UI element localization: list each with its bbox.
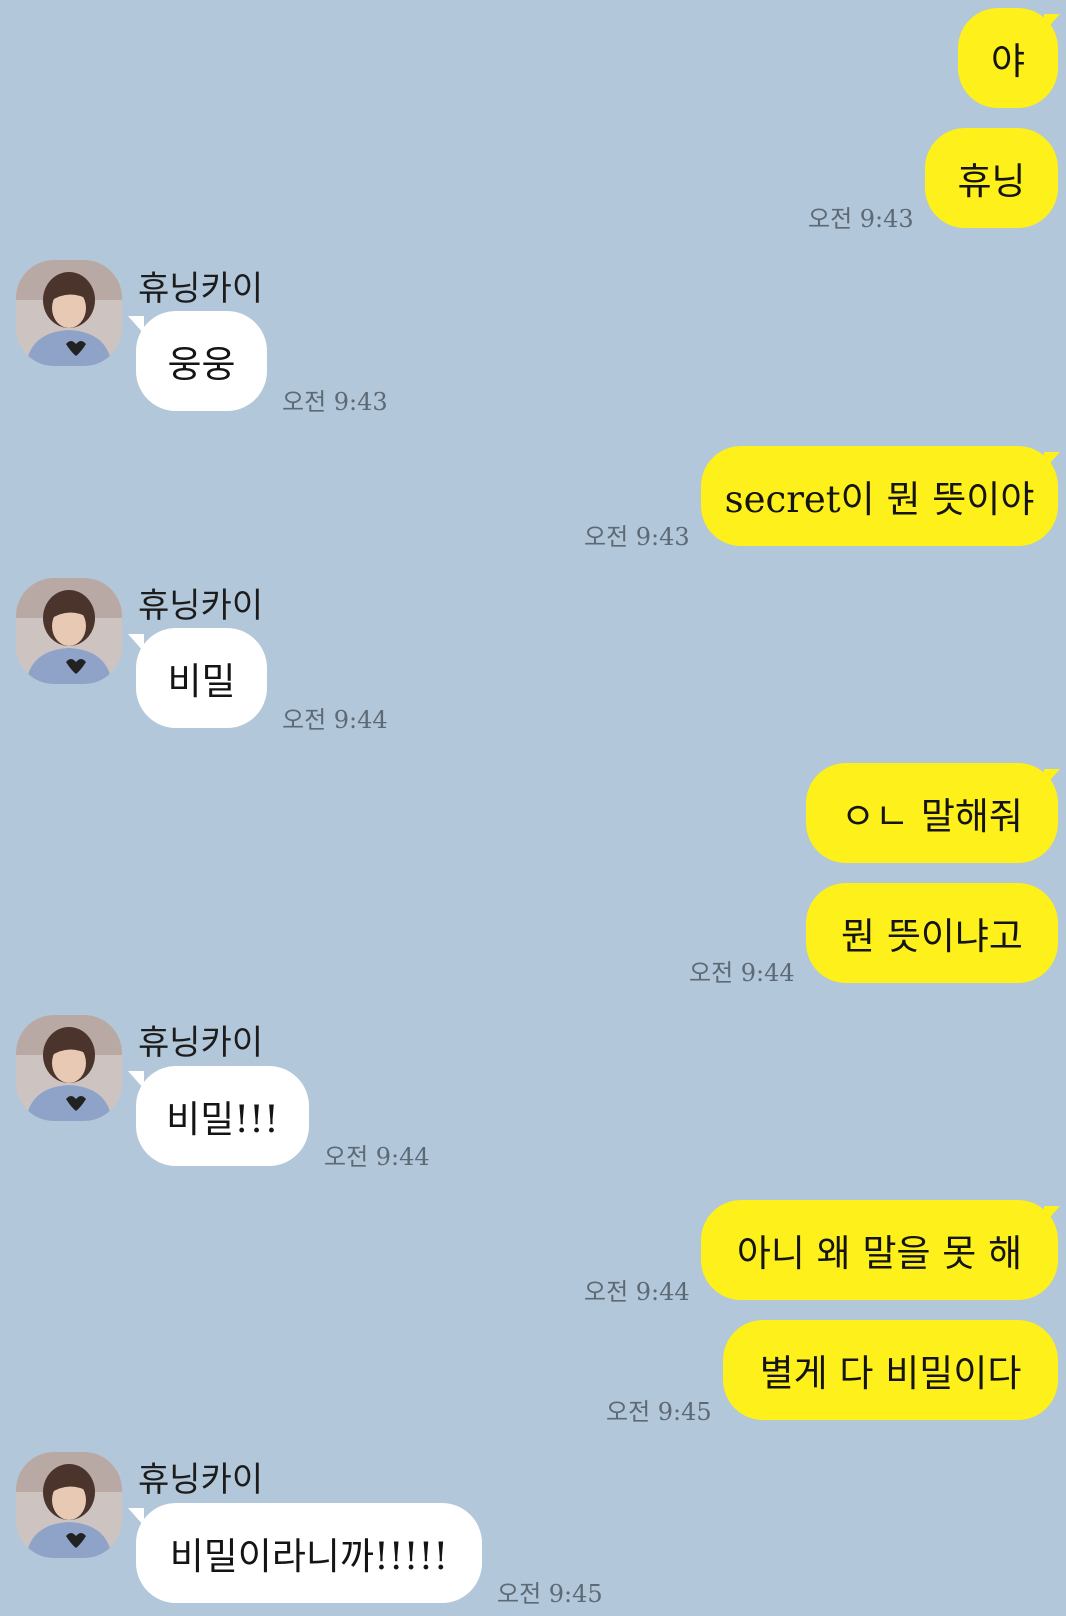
avatar[interactable] (16, 1452, 122, 1558)
message-bubble-received[interactable]: 비밀 (136, 628, 267, 728)
message-timestamp: 오전 9:43 (808, 205, 914, 233)
message-timestamp: 오전 9:45 (497, 1580, 603, 1608)
message-timestamp: 오전 9:45 (606, 1398, 712, 1426)
profile-photo-icon (16, 260, 122, 366)
bubble-tail (1044, 452, 1060, 470)
message-bubble-sent[interactable]: 뭔 뜻이냐고 (806, 883, 1058, 983)
bubble-tail (1044, 1206, 1060, 1224)
sender-name: 휴닝카이 (138, 269, 264, 309)
message-bubble-received[interactable]: 비밀이라니까!!!!! (136, 1503, 482, 1603)
message-timestamp: 오전 9:44 (689, 959, 795, 987)
message-timestamp: 오전 9:43 (584, 523, 690, 551)
message-bubble-sent[interactable]: ㅇㄴ 말해줘 (806, 763, 1058, 863)
avatar[interactable] (16, 1015, 122, 1121)
avatar[interactable] (16, 260, 122, 366)
message-bubble-received[interactable]: 웅웅 (136, 311, 267, 411)
bubble-tail (1044, 769, 1060, 787)
chat-area[interactable]: 야 휴닝 오전 9:43 휴닝카이 웅웅 오전 9:43 오전 9:43 sec… (0, 0, 1066, 1616)
message-bubble-sent[interactable]: 별게 다 비밀이다 (723, 1320, 1058, 1420)
message-timestamp: 오전 9:43 (282, 388, 388, 416)
sender-name: 휴닝카이 (138, 1023, 264, 1063)
bubble-tail (1044, 14, 1060, 32)
sender-name: 휴닝카이 (138, 586, 264, 626)
profile-photo-icon (16, 1452, 122, 1558)
profile-photo-icon (16, 578, 122, 684)
profile-photo-icon (16, 1015, 122, 1121)
message-timestamp: 오전 9:44 (324, 1143, 430, 1171)
avatar[interactable] (16, 578, 122, 684)
message-bubble-sent[interactable]: 휴닝 (925, 128, 1058, 228)
message-bubble-sent[interactable]: 야 (958, 8, 1058, 108)
message-timestamp: 오전 9:44 (282, 706, 388, 734)
sender-name: 휴닝카이 (138, 1460, 264, 1500)
message-bubble-sent[interactable]: secret이 뭔 뜻이야 (701, 446, 1058, 546)
message-bubble-received[interactable]: 비밀!!! (136, 1066, 309, 1166)
message-bubble-sent[interactable]: 아니 왜 말을 못 해 (701, 1200, 1058, 1300)
message-timestamp: 오전 9:44 (584, 1278, 690, 1306)
